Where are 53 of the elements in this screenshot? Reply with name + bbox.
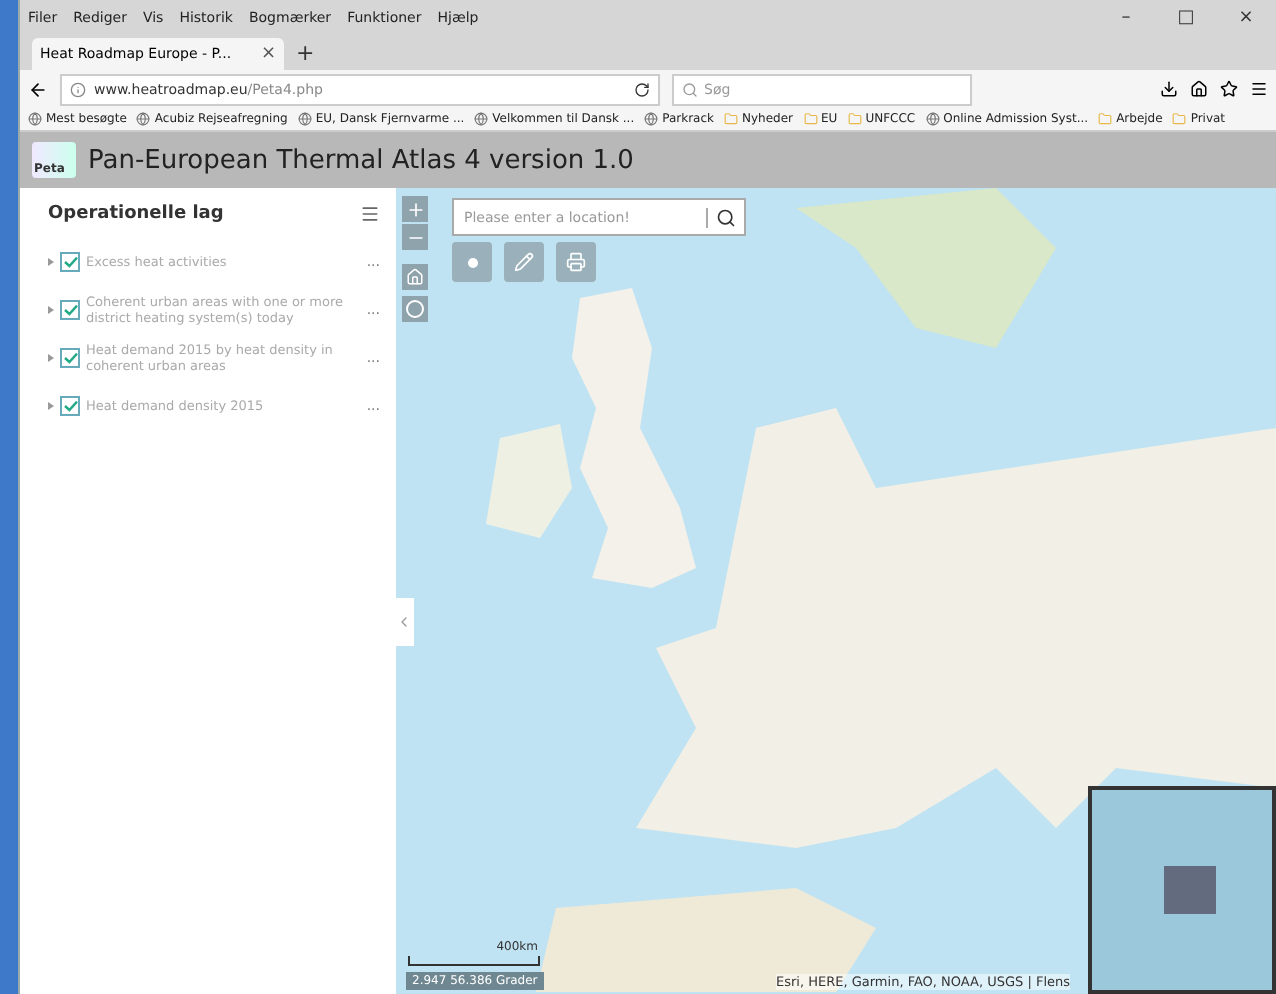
globe-icon: [136, 112, 151, 126]
chevron-left-icon: [396, 614, 412, 630]
home-button[interactable]: [402, 264, 428, 290]
layer-checkbox[interactable]: [60, 396, 80, 416]
extent-box: [1164, 866, 1216, 914]
expand-icon[interactable]: [48, 402, 54, 410]
select-tool-button[interactable]: [452, 242, 492, 282]
folder-icon: [847, 112, 862, 126]
info-icon: [70, 81, 86, 97]
new-tab-button[interactable]: +: [296, 40, 315, 70]
globe-icon: [644, 112, 659, 126]
home-icon[interactable]: [1190, 80, 1208, 98]
checkmark-icon: [63, 352, 77, 364]
window-control[interactable]: ×: [1224, 7, 1268, 27]
collapse-panel-button[interactable]: [396, 598, 414, 646]
search-icon: [682, 81, 698, 97]
folder-icon: [803, 112, 818, 126]
list-menu-icon[interactable]: [360, 204, 380, 224]
back-icon[interactable]: [28, 79, 48, 99]
reload-icon[interactable]: [634, 81, 650, 97]
folder-icon: [1098, 112, 1113, 126]
expand-icon[interactable]: [48, 306, 54, 314]
checkmark-icon: [63, 256, 77, 268]
globe-icon: [925, 112, 940, 126]
locate-button[interactable]: [402, 296, 428, 322]
tab-close[interactable]: ×: [260, 44, 276, 64]
menu-icon[interactable]: [1250, 80, 1268, 98]
print-button[interactable]: [556, 242, 596, 282]
layer-checkbox[interactable]: [60, 300, 80, 320]
checkmark-icon: [63, 304, 77, 316]
plus-icon: [405, 199, 425, 219]
layer-checkbox[interactable]: [60, 348, 80, 368]
globe-icon: [297, 112, 312, 126]
checkmark-icon: [63, 400, 77, 412]
layer-checkbox[interactable]: [60, 252, 80, 272]
zoom-in-button[interactable]: [402, 196, 428, 222]
folder-icon: [724, 112, 739, 126]
star-icon[interactable]: [1220, 80, 1238, 98]
zoom-out-button[interactable]: [402, 224, 428, 250]
expand-icon[interactable]: [48, 258, 54, 266]
printer-icon: [566, 252, 586, 272]
download-icon[interactable]: [1160, 80, 1178, 98]
window-control[interactable]: –: [1104, 7, 1148, 27]
globe-icon: [28, 112, 42, 126]
draw-tool-button[interactable]: [504, 242, 544, 282]
window-control[interactable]: □: [1164, 7, 1208, 27]
folder-icon: [1172, 112, 1187, 126]
globe-icon: [474, 112, 489, 126]
panel-title: Operationelle lag: [48, 204, 224, 224]
home-icon: [406, 268, 424, 286]
app-title: Pan-European Thermal Atlas 4 version 1.0: [88, 145, 634, 175]
pencil-icon: [514, 252, 534, 272]
expand-icon[interactable]: [48, 354, 54, 362]
